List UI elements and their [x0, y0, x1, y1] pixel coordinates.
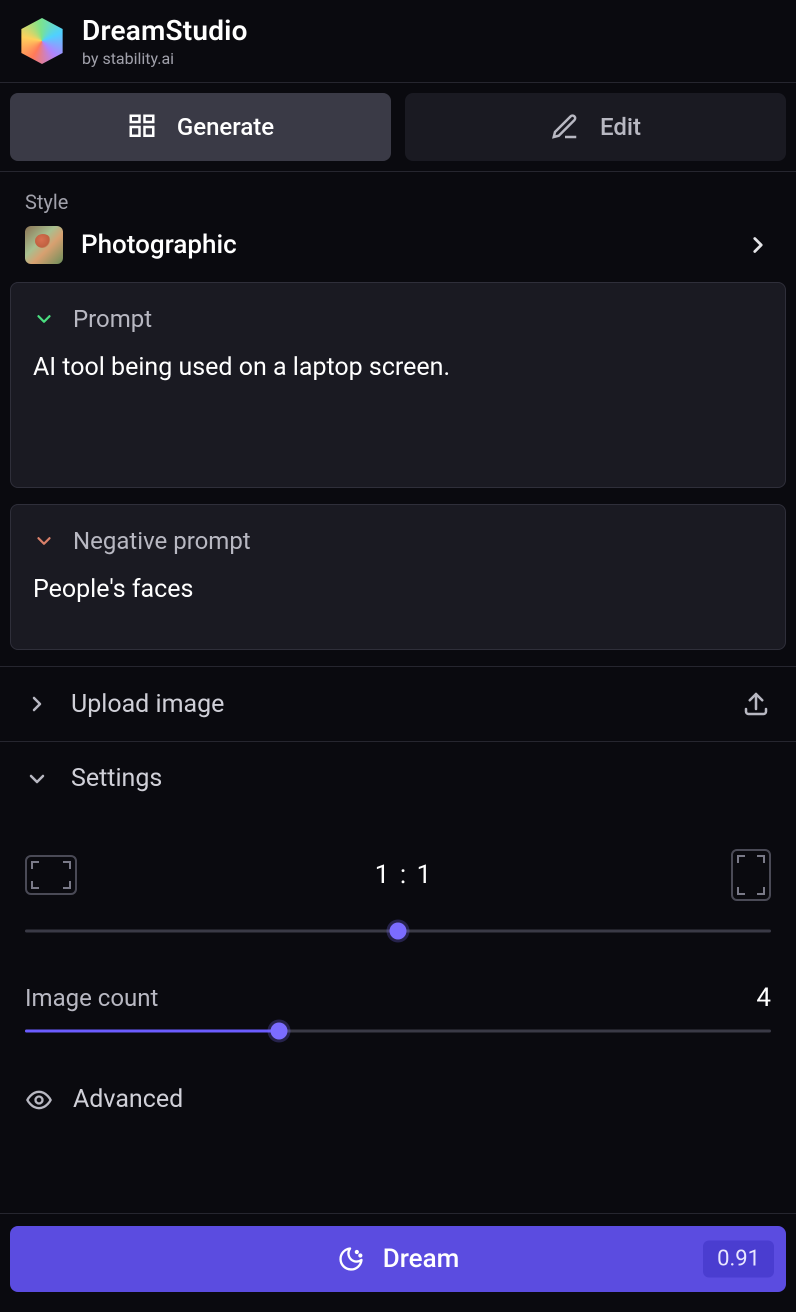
eye-icon	[25, 1086, 53, 1114]
settings-row[interactable]: Settings	[0, 741, 796, 815]
mode-tabs: Generate Edit	[0, 82, 796, 172]
brand-block: DreamStudio by stability.ai	[82, 14, 248, 68]
moon-sparkle-icon	[337, 1245, 365, 1273]
dream-button-label: Dream	[383, 1244, 460, 1274]
settings-label: Settings	[71, 764, 162, 793]
upload-image-label: Upload image	[71, 690, 224, 719]
style-selected-name: Photographic	[81, 230, 237, 260]
prompt-label: Prompt	[73, 305, 152, 333]
advanced-label: Advanced	[73, 1085, 183, 1114]
prompt-panel: Prompt AI tool being used on a laptop sc…	[10, 282, 786, 488]
upload-icon[interactable]	[741, 689, 771, 719]
chevron-right-icon	[25, 692, 49, 716]
style-label: Style	[25, 190, 771, 214]
style-thumbnail-icon	[25, 226, 63, 264]
style-section: Style Photographic	[0, 172, 796, 282]
tab-generate[interactable]: Generate	[10, 93, 391, 161]
grid-icon	[127, 112, 157, 142]
aspect-ratio-slider[interactable]	[25, 919, 771, 943]
image-count-value: 4	[756, 983, 771, 1013]
negative-prompt-input[interactable]: People's faces	[33, 573, 763, 623]
settings-body: 1 : 1 Image count 4 Advance	[0, 815, 796, 1144]
dream-button[interactable]: Dream 0.91	[10, 1226, 786, 1292]
app-header: DreamStudio by stability.ai	[0, 0, 796, 82]
slider-thumb-icon[interactable]	[390, 923, 407, 940]
prompt-input[interactable]: AI tool being used on a laptop screen.	[33, 351, 763, 461]
tab-edit[interactable]: Edit	[405, 93, 786, 161]
aspect-ratio-value: 1 : 1	[375, 860, 433, 890]
negative-prompt-label: Negative prompt	[73, 527, 251, 555]
tab-edit-label: Edit	[600, 113, 641, 141]
style-selector[interactable]: Photographic	[25, 226, 771, 264]
chevron-down-icon[interactable]	[33, 530, 55, 552]
dream-cost-badge: 0.91	[703, 1241, 774, 1278]
action-bar: Dream 0.91	[0, 1213, 796, 1312]
advanced-toggle[interactable]: Advanced	[25, 1053, 771, 1134]
slider-thumb-icon[interactable]	[270, 1023, 287, 1040]
edit-icon	[550, 112, 580, 142]
image-count-slider[interactable]	[25, 1019, 771, 1043]
chevron-right-icon	[745, 232, 771, 258]
brand-subtitle: by stability.ai	[82, 49, 248, 68]
chevron-down-icon	[25, 767, 49, 791]
image-count-label: Image count	[25, 984, 158, 1012]
logo-icon	[18, 17, 66, 65]
negative-prompt-panel: Negative prompt People's faces	[10, 504, 786, 650]
upload-image-row[interactable]: Upload image	[0, 666, 796, 741]
tab-generate-label: Generate	[177, 113, 274, 141]
aspect-ratio-wide-button[interactable]	[25, 855, 77, 895]
brand-title: DreamStudio	[82, 14, 248, 47]
chevron-down-icon[interactable]	[33, 308, 55, 330]
aspect-ratio-tall-button[interactable]	[731, 849, 771, 901]
